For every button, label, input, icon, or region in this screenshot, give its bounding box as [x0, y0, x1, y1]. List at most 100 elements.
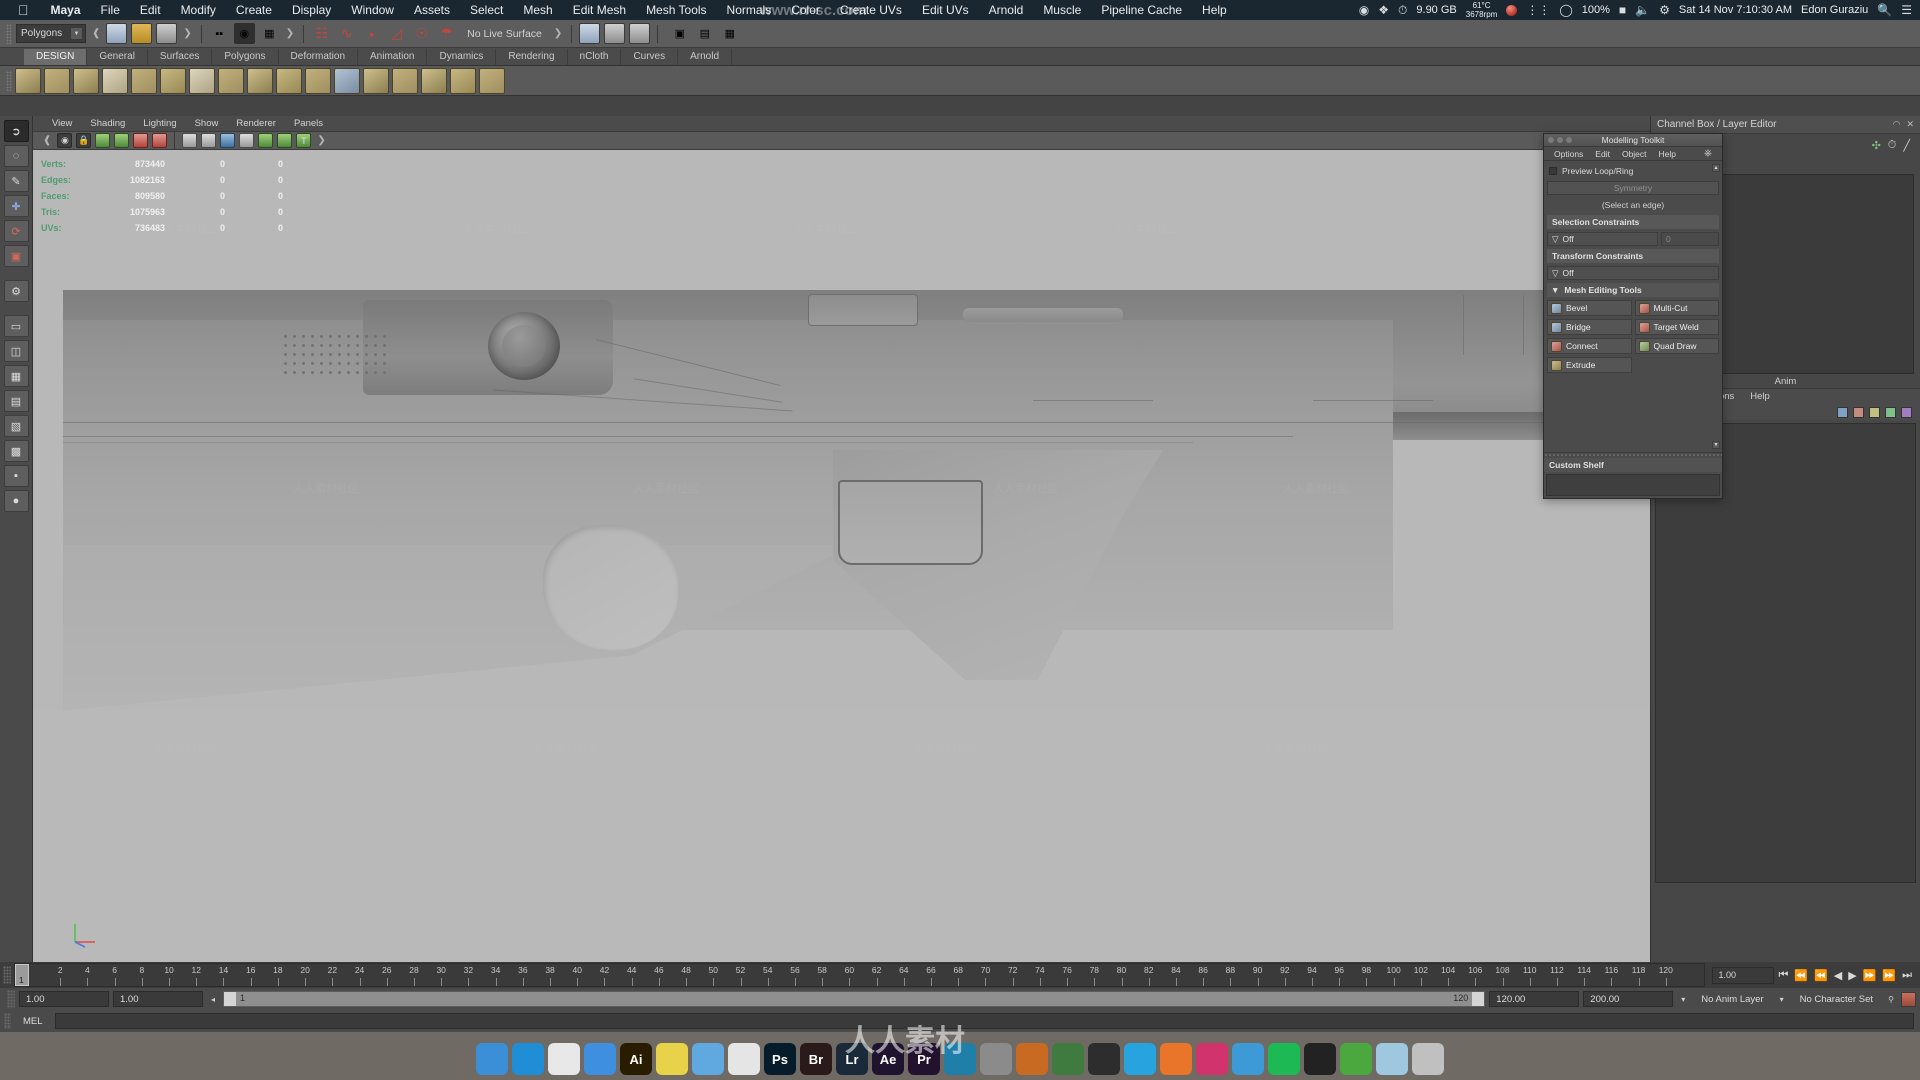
folder-icon[interactable] [1376, 1043, 1408, 1075]
range-slider-grip[interactable] [7, 990, 15, 1008]
shelf-icon-polygon-cone[interactable] [102, 67, 128, 94]
shelf-icon-transfer-attributes[interactable] [450, 67, 476, 94]
flat-shade-icon[interactable] [239, 133, 255, 148]
maya-icon[interactable] [944, 1043, 976, 1075]
lock-camera-icon[interactable]: 🔒 [76, 133, 92, 148]
snap-view-plane-icon[interactable]: ◿ [386, 23, 407, 44]
attribute-editor-icon[interactable]: ⏱ [1888, 139, 1897, 152]
shelf-grip[interactable] [6, 70, 12, 91]
magnet-icon[interactable]: ☂ [436, 23, 457, 44]
lightroom-icon[interactable]: Lr [836, 1043, 868, 1075]
menu-app-name[interactable]: Maya [41, 0, 91, 20]
mtk-menu-object[interactable]: Object [1616, 149, 1653, 159]
connect-tool-button[interactable]: Connect [1547, 338, 1632, 354]
render-settings-icon[interactable] [629, 23, 651, 44]
layout-hypershade-icon[interactable]: ▩ [3, 440, 29, 462]
menu-pipeline-cache[interactable]: Pipeline Cache [1091, 0, 1192, 20]
layout-render-icon[interactable]: ▪ [3, 465, 29, 487]
marmoset-icon[interactable] [1052, 1043, 1084, 1075]
safari-icon[interactable] [512, 1043, 544, 1075]
character-set-dropdown-icon[interactable]: ▾ [1775, 991, 1788, 1007]
shelf-tab-rendering[interactable]: Rendering [496, 49, 568, 65]
step-back-frame-icon[interactable]: ⏪ [1814, 969, 1828, 982]
zbrush-icon[interactable] [980, 1043, 1012, 1075]
new-layer-selected-icon[interactable] [1853, 406, 1864, 418]
panel-menu-show[interactable]: Show [186, 118, 228, 129]
shelf-icon-booleans[interactable] [392, 67, 418, 94]
wireframe-on-shaded-icon[interactable] [201, 133, 217, 148]
lasso-select-tool[interactable]: ◌ [3, 145, 29, 167]
textures-icon[interactable] [258, 133, 274, 148]
vlc-icon[interactable] [1160, 1043, 1192, 1075]
memory-icon[interactable]: ⏱ [1398, 3, 1407, 18]
bridge-app-icon[interactable]: Br [800, 1043, 832, 1075]
notes-icon[interactable] [656, 1043, 688, 1075]
ipr-render-icon[interactable] [604, 23, 626, 44]
mtk-menu-options[interactable]: Options [1548, 149, 1589, 159]
xray-icon[interactable] [182, 133, 198, 148]
show-hide-editor-icon[interactable]: ▣ [669, 23, 690, 44]
shelf-icon-smooth[interactable] [305, 67, 331, 94]
modeling-toolkit-icon[interactable]: ╱ [1903, 139, 1910, 152]
extrude-tool-button[interactable]: Extrude [1547, 357, 1632, 373]
animation-end-field[interactable]: 200.00 [1583, 991, 1674, 1007]
menu-assets[interactable]: Assets [404, 0, 460, 20]
menu-edit-uvs[interactable]: Edit UVs [912, 0, 979, 20]
image-plane-icon[interactable] [95, 133, 111, 148]
shelf-icon-polygon-sphere[interactable] [15, 67, 41, 94]
modeling-toolkit-scrollbar[interactable]: ▲ ▼ [1712, 164, 1720, 449]
viewport-toolbar-expand-icon[interactable]: ❯ [315, 135, 327, 146]
menu-edit[interactable]: Edit [130, 0, 171, 20]
current-user[interactable]: Edon Gurazіu [1801, 4, 1868, 16]
layout-persp-outliner-icon[interactable]: ▤ [3, 390, 29, 412]
chrome-icon[interactable] [548, 1043, 580, 1075]
network-icon[interactable]: ⋮⋮ [1526, 3, 1550, 17]
character-set-dropdown[interactable]: No Character Set [1791, 991, 1881, 1007]
shelf-tab-curves[interactable]: Curves [621, 49, 679, 65]
clock-datetime[interactable]: Sat 14 Nov 7:10:30 AM [1679, 4, 1792, 16]
modeling-toolkit-window[interactable]: Modelling Toolkit Options Edit Object He… [1543, 133, 1723, 499]
quad-draw-tool-button[interactable]: Quad Draw [1634, 338, 1719, 354]
viewport-toolbar-collapse-icon[interactable]: ❰ [41, 135, 53, 146]
rotate-tool[interactable]: ⟳ [3, 220, 29, 242]
open-scene-icon[interactable] [131, 23, 153, 44]
shelf-icon-polygon-prism[interactable] [189, 67, 215, 94]
menu-select[interactable]: Select [460, 0, 513, 20]
shelf-icon-polygon-torus[interactable] [160, 67, 186, 94]
mtk-menu-help[interactable]: Help [1653, 149, 1682, 159]
scale-tool[interactable]: ▣ [3, 245, 29, 267]
snap-curve-icon[interactable]: ∿ [336, 23, 357, 44]
select-object-icon[interactable]: ◉ [233, 23, 255, 44]
show-hide-channelbox-icon[interactable]: ▤ [694, 23, 715, 44]
terminal-icon[interactable] [1304, 1043, 1336, 1075]
show-hide-attribute-editor-icon[interactable]: ▦ [719, 23, 740, 44]
selection-constraints-dropdown[interactable]: ▽ Off [1547, 232, 1658, 246]
illustrator-icon[interactable]: Ai [620, 1043, 652, 1075]
dropbox-icon[interactable]: ❖ [1378, 3, 1389, 17]
menu-display[interactable]: Display [282, 0, 341, 20]
target-weld-tool-button[interactable]: Target Weld [1634, 319, 1719, 335]
save-scene-icon[interactable] [156, 23, 178, 44]
symmetry-button[interactable]: Symmetry [1547, 181, 1719, 195]
shelf-tab-polygons[interactable]: Polygons [212, 49, 279, 65]
spotlight-search-icon[interactable]: 🔍 [1877, 3, 1892, 17]
range-slider-track[interactable]: 1 120 [223, 991, 1486, 1007]
modeling-toolkit-title-bar[interactable]: Modelling Toolkit [1544, 134, 1722, 147]
current-time-field[interactable]: 1.00 [1712, 966, 1775, 984]
go-to-end-icon[interactable]: ⏭ [1902, 969, 1912, 982]
transform-constraints-dropdown[interactable]: ▽ Off [1547, 266, 1719, 280]
play-backwards-icon[interactable]: ◀ [1834, 969, 1842, 982]
command-language-label[interactable]: MEL [15, 1016, 51, 1027]
lights-icon[interactable] [277, 133, 293, 148]
layout-two-pane-icon[interactable]: ◫ [3, 340, 29, 362]
shelf-tab-general[interactable]: General [87, 49, 148, 65]
range-handle-left-icon[interactable]: ◂ [207, 991, 219, 1007]
anim-layer-dropdown-icon[interactable]: ▾ [1677, 991, 1690, 1007]
expand-arrow-icon[interactable]: ❯ [181, 28, 193, 39]
scroll-down-icon[interactable]: ▼ [1712, 441, 1720, 449]
shadows-icon[interactable]: T [296, 133, 312, 148]
menu-mesh[interactable]: Mesh [513, 0, 562, 20]
power-icon[interactable]: ⎈ [1698, 148, 1718, 159]
bookmark-icon[interactable] [152, 133, 168, 148]
3d-viewport[interactable]: Verts: 873440 0 0 Edges: 1082163 0 0 Fac… [33, 150, 1650, 962]
